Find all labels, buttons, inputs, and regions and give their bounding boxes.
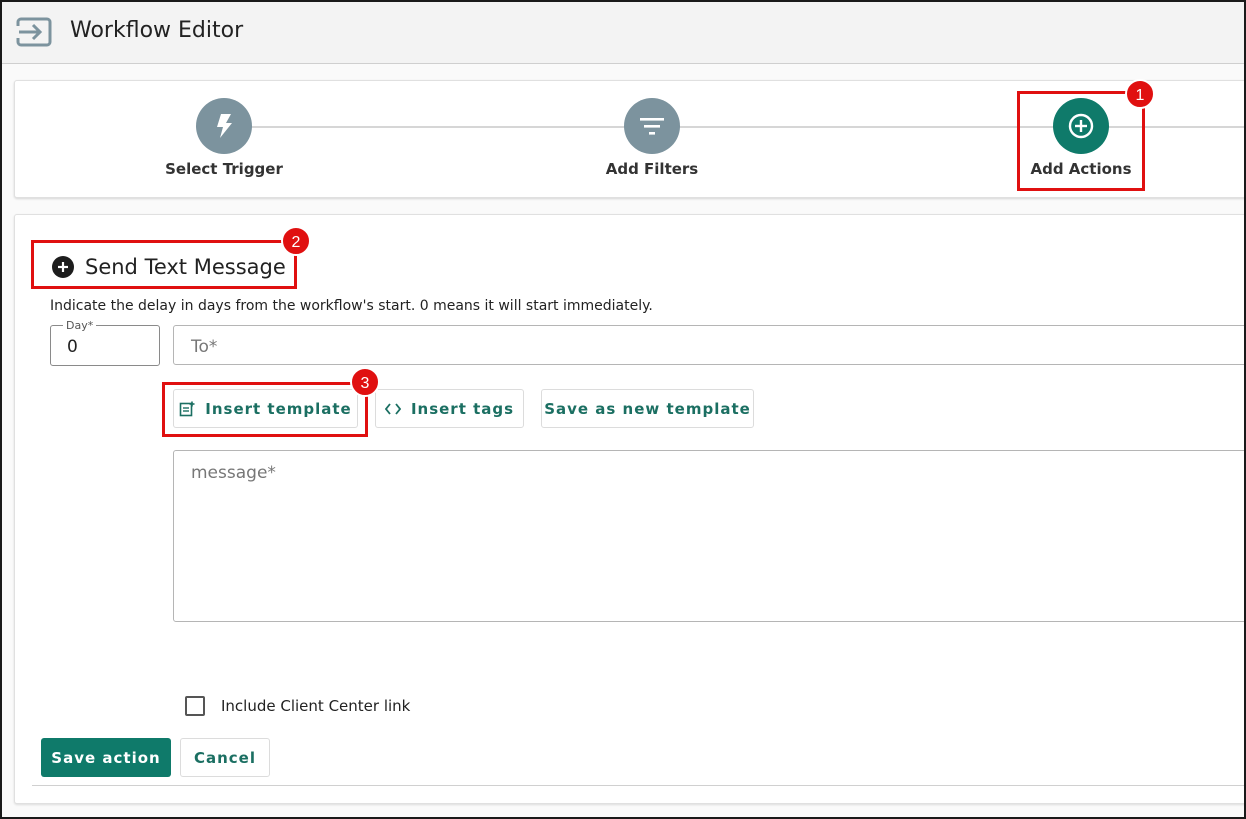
annotation-badge-3: 3	[350, 367, 380, 397]
step-label: Add Actions	[1030, 160, 1132, 178]
save-as-template-label: Save as new template	[544, 399, 751, 418]
template-icon	[179, 401, 195, 417]
message-placeholder: message*	[191, 463, 276, 483]
delay-hint: Indicate the delay in days from the work…	[50, 298, 653, 314]
insert-template-label: Insert template	[205, 399, 352, 418]
annotation-badge-2: 2	[281, 226, 311, 256]
day-field-label: Day*	[63, 319, 97, 332]
message-field[interactable]: message*	[173, 450, 1244, 622]
save-action-button[interactable]: Save action	[41, 738, 171, 777]
day-field-value[interactable]: 0	[67, 337, 78, 357]
lightning-icon	[196, 98, 252, 154]
page-title: Workflow Editor	[70, 18, 244, 43]
step-select-trigger[interactable]: Select Trigger	[144, 98, 304, 178]
annotation-badge-1: 1	[1125, 79, 1155, 109]
add-circle-icon	[52, 256, 74, 278]
section-header: Send Text Message	[52, 255, 286, 279]
to-placeholder: To*	[191, 337, 218, 357]
app-window: Workflow Editor Select Trigger Add Filte…	[0, 0, 1246, 819]
step-add-filters[interactable]: Add Filters	[572, 98, 732, 178]
code-icon	[384, 402, 401, 415]
save-as-template-button[interactable]: Save as new template	[541, 389, 754, 428]
insert-template-button[interactable]: Insert template	[173, 389, 358, 428]
top-bar: Workflow Editor	[2, 2, 1244, 64]
step-label: Select Trigger	[165, 160, 283, 178]
plus-circle-icon	[1053, 98, 1109, 154]
insert-tags-label: Insert tags	[410, 399, 515, 418]
to-field[interactable]: To*	[173, 325, 1244, 365]
filter-icon	[624, 98, 680, 154]
client-center-label: Include Client Center link	[221, 697, 411, 715]
step-label: Add Filters	[605, 160, 699, 178]
cancel-button[interactable]: Cancel	[180, 738, 270, 777]
workflow-stepper: Select Trigger Add Filters Add Actions	[14, 80, 1244, 198]
client-center-checkbox[interactable]	[185, 696, 205, 716]
insert-tags-button[interactable]: Insert tags	[375, 389, 524, 428]
section-title: Send Text Message	[85, 255, 286, 279]
client-center-option[interactable]: Include Client Center link	[185, 696, 410, 716]
step-add-actions[interactable]: Add Actions	[1001, 98, 1161, 178]
day-field[interactable]: Day* 0	[50, 319, 160, 366]
exit-arrow-icon[interactable]	[15, 16, 54, 48]
